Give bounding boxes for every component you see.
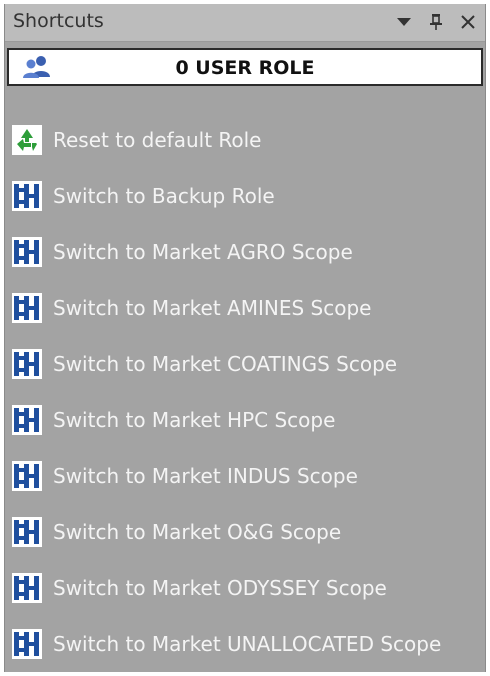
panel-title-bar: Shortcuts <box>5 4 485 42</box>
shortcut-switch-market-amines[interactable]: Switch to Market AMINES Scope <box>11 280 481 336</box>
switch-scope-icon <box>11 516 43 548</box>
dropdown-arrow-icon[interactable] <box>393 11 415 33</box>
switch-scope-icon <box>11 180 43 212</box>
panel-window-controls <box>393 9 479 35</box>
shortcut-label: Reset to default Role <box>53 128 262 152</box>
close-icon[interactable] <box>457 11 479 33</box>
pin-icon[interactable] <box>425 11 447 33</box>
shortcut-switch-backup-role[interactable]: Switch to Backup Role <box>11 168 481 224</box>
shortcut-label: Switch to Market COATINGS Scope <box>53 352 398 376</box>
role-label: 0 USER ROLE <box>175 57 315 79</box>
switch-scope-icon <box>11 348 43 380</box>
shortcut-label: Switch to Market O&G Scope <box>53 520 342 544</box>
panel-title: Shortcuts <box>13 10 104 32</box>
shortcut-label: Switch to Market UNALLOCATED Scope <box>53 632 442 656</box>
shortcuts-panel: Shortcuts 0 USER ROLE Reset to default R… <box>4 4 486 672</box>
shortcut-label: Switch to Market ODYSSEY Scope <box>53 576 387 600</box>
role-selector[interactable]: 0 USER ROLE <box>7 48 483 86</box>
switch-scope-icon <box>11 236 43 268</box>
shortcut-switch-market-hpc[interactable]: Switch to Market HPC Scope <box>11 392 481 448</box>
switch-scope-icon <box>11 572 43 604</box>
shortcut-switch-market-coatings[interactable]: Switch to Market COATINGS Scope <box>11 336 481 392</box>
shortcut-list: Reset to default Role Switch to Backup R… <box>11 112 481 672</box>
shortcut-label: Switch to Market HPC Scope <box>53 408 336 432</box>
switch-scope-icon <box>11 628 43 660</box>
recycle-icon <box>11 124 43 156</box>
shortcut-label: Switch to Market AMINES Scope <box>53 296 372 320</box>
shortcut-label: Switch to Backup Role <box>53 184 275 208</box>
shortcut-reset-default-role[interactable]: Reset to default Role <box>11 112 481 168</box>
switch-scope-icon <box>11 460 43 492</box>
shortcut-label: Switch to Market AGRO Scope <box>53 240 353 264</box>
shortcut-switch-market-og[interactable]: Switch to Market O&G Scope <box>11 504 481 560</box>
shortcut-label: Switch to Market INDUS Scope <box>53 464 358 488</box>
shortcut-switch-market-indus[interactable]: Switch to Market INDUS Scope <box>11 448 481 504</box>
shortcut-switch-market-agro[interactable]: Switch to Market AGRO Scope <box>11 224 481 280</box>
shortcut-switch-market-unallocated[interactable]: Switch to Market UNALLOCATED Scope <box>11 616 481 672</box>
switch-scope-icon <box>11 292 43 324</box>
shortcut-switch-market-odyssey[interactable]: Switch to Market ODYSSEY Scope <box>11 560 481 616</box>
switch-scope-icon <box>11 404 43 436</box>
